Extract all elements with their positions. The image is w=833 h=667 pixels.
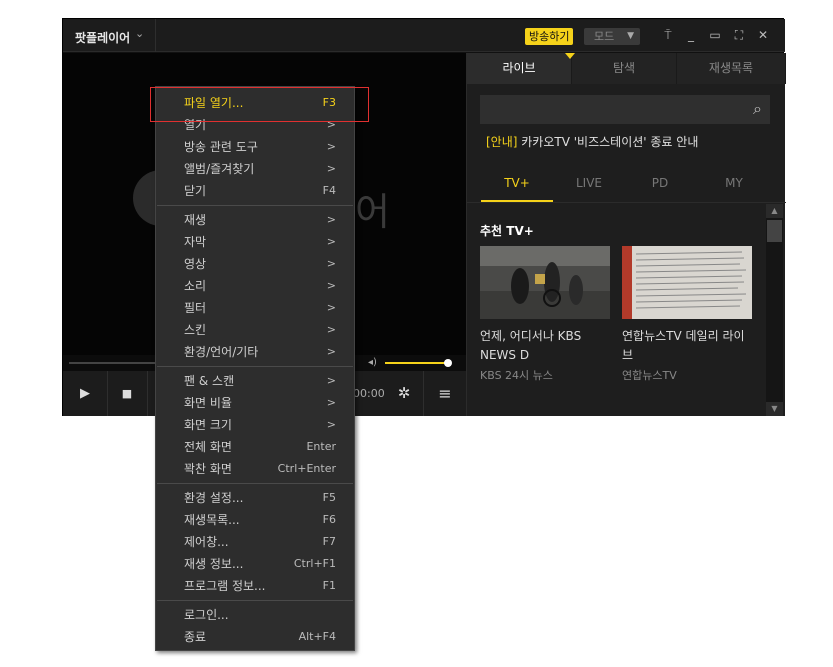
close-icon[interactable]: ✕	[755, 27, 771, 43]
notice-tag: [안내]	[486, 135, 518, 149]
menu-item-pan-scan[interactable]: 팬 & 스캔 >	[156, 370, 354, 392]
pin-icon[interactable]: ⍑	[660, 27, 676, 43]
recommend-list: 추천 TV+ 언제, 어디서나 KBS NEWS D KBS 24시 뉴스 연합…	[467, 204, 767, 416]
sub-tabs: TV+ LIVE PD MY	[467, 163, 786, 203]
menu-item-exit[interactable]: 종료 Alt+F4	[156, 626, 354, 648]
divider	[423, 371, 424, 416]
title-bar[interactable]: 팟플레이어 ⌄ 방송하기 모드 ▼ ⍑ _ ▭ ⛶ ✕	[63, 19, 785, 52]
maximize-icon[interactable]: ▭	[707, 27, 723, 43]
card-channel[interactable]: KBS 24시 뉴스	[480, 367, 610, 383]
volume-knob[interactable]	[444, 359, 452, 367]
context-menu: 파일 열기... F3 열기 > 방송 관련 도구 > 앨범/즐겨찾기 > 닫기 F4 재…	[155, 86, 355, 651]
tab-playlist[interactable]: 재생목록	[677, 53, 786, 84]
divider	[147, 371, 148, 416]
list-item[interactable]: 언제, 어디서나 KBS NEWS D KBS 24시 뉴스	[480, 246, 610, 383]
menu-item-preferences[interactable]: 환경 설정... F5	[156, 487, 354, 509]
mode-label: 모드	[594, 30, 615, 43]
volume-icon[interactable]: ◂)	[368, 357, 377, 368]
tab-my[interactable]: MY	[698, 163, 770, 203]
menu-item-about[interactable]: 프로그램 정보... F1	[156, 575, 354, 597]
scrollbar[interactable]: ▲ ▼	[766, 204, 783, 416]
menu-item-broadcast-tools[interactable]: 방송 관련 도구 >	[156, 136, 354, 158]
scroll-down-icon[interactable]: ▼	[766, 402, 783, 416]
menu-item-control-panel[interactable]: 제어창... F7	[156, 531, 354, 553]
menu-item-login[interactable]: 로그인...	[156, 604, 354, 626]
search-icon[interactable]: ⌕	[753, 99, 762, 119]
live-indicator	[565, 53, 575, 59]
time-display: 00:00	[353, 387, 385, 400]
menu-separator	[157, 205, 353, 206]
menu-separator	[157, 483, 353, 484]
tab-explore[interactable]: 탐색	[572, 53, 677, 84]
menu-item-playback[interactable]: 재생 >	[156, 209, 354, 231]
menu-item-album[interactable]: 앨범/즐겨찾기 >	[156, 158, 354, 180]
volume-slider[interactable]	[385, 362, 445, 364]
menu-item-env-lang[interactable]: 환경/언어/기타 >	[156, 341, 354, 363]
menu-item-playback-info[interactable]: 재생 정보... Ctrl+F1	[156, 553, 354, 575]
menu-item-aspect-ratio[interactable]: 화면 비율 >	[156, 392, 354, 414]
section-title: 추천 TV+	[480, 224, 534, 238]
scroll-up-icon[interactable]: ▲	[766, 204, 783, 218]
side-panel: 라이브 탐색 재생목록 ⌕ [안내] 카카오TV '비즈스테이션' 종료 안내 …	[466, 53, 786, 416]
thumbnail[interactable]	[480, 246, 610, 319]
search-input[interactable]: ⌕	[480, 95, 770, 124]
mode-dropdown[interactable]: 모드 ▼	[584, 28, 640, 45]
app-title[interactable]: 팟플레이어	[75, 29, 130, 46]
chevron-down-icon[interactable]: ⌄	[135, 27, 144, 40]
menu-item-audio[interactable]: 소리 >	[156, 275, 354, 297]
menu-icon[interactable]: ≡	[425, 371, 465, 416]
logo-text: 어	[355, 190, 390, 234]
highlight-box	[150, 87, 369, 122]
menu-item-skin[interactable]: 스킨 >	[156, 319, 354, 341]
tab-live-sub[interactable]: LIVE	[553, 163, 625, 203]
menu-item-filter[interactable]: 필터 >	[156, 297, 354, 319]
play-button[interactable]: ▶	[63, 371, 107, 416]
menu-item-screen-size[interactable]: 화면 크기 >	[156, 414, 354, 436]
card-title[interactable]: 연합뉴스TV 데일리 라이브	[622, 327, 752, 365]
active-tab-underline	[481, 200, 553, 202]
scroll-thumb[interactable]	[767, 220, 782, 242]
tab-tvplus[interactable]: TV+	[481, 163, 553, 203]
card-channel[interactable]: 연합뉴스TV	[622, 367, 752, 383]
minimize-icon[interactable]: _	[683, 27, 699, 43]
list-item[interactable]: 연합뉴스TV 데일리 라이브 연합뉴스TV	[622, 246, 752, 383]
menu-item-close[interactable]: 닫기 F4	[156, 180, 354, 202]
menu-item-subtitles[interactable]: 자막 >	[156, 231, 354, 253]
fullscreen-icon[interactable]: ⛶	[731, 27, 747, 43]
menu-item-fill-screen[interactable]: 꽉찬 화면 Ctrl+Enter	[156, 458, 354, 480]
dropdown-arrow-icon: ▼	[627, 31, 634, 41]
menu-item-playlist[interactable]: 재생목록... F6	[156, 509, 354, 531]
divider	[155, 19, 156, 52]
settings-icon[interactable]: ✲	[389, 371, 419, 416]
broadcast-button[interactable]: 방송하기	[525, 28, 574, 45]
thumbnail[interactable]	[622, 246, 752, 319]
panel-tabs: 라이브 탐색 재생목록	[467, 53, 786, 84]
notice-text: 카카오TV '비즈스테이션' 종료 안내	[517, 135, 699, 149]
menu-item-video[interactable]: 영상 >	[156, 253, 354, 275]
notice-banner[interactable]: [안내] 카카오TV '비즈스테이션' 종료 안내	[486, 133, 698, 150]
menu-item-fullscreen[interactable]: 전체 화면 Enter	[156, 436, 354, 458]
card-title[interactable]: 언제, 어디서나 KBS NEWS D	[480, 327, 610, 365]
tab-live[interactable]: 라이브	[467, 53, 572, 84]
menu-separator	[157, 366, 353, 367]
menu-separator	[157, 600, 353, 601]
stop-button[interactable]: ■	[107, 371, 147, 416]
tab-pd[interactable]: PD	[624, 163, 696, 203]
